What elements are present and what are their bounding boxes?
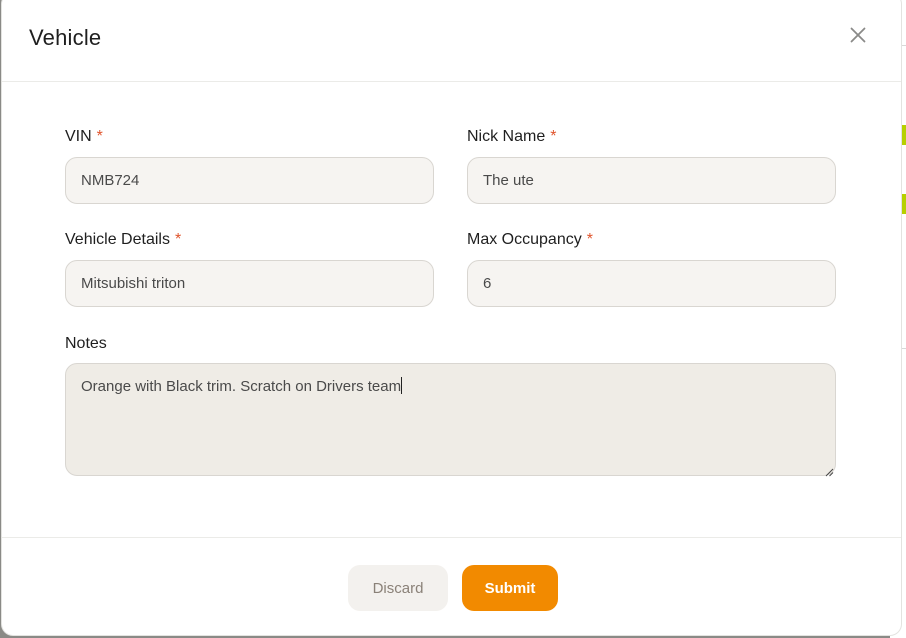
nick-name-input[interactable]: [467, 157, 836, 204]
vehicle-dialog: Vehicle VIN* Nick Name* Vehicle Details*…: [1, 0, 902, 636]
footer-divider: [2, 537, 901, 538]
nick-name-label-text: Nick Name: [467, 128, 546, 145]
required-marker: *: [174, 231, 182, 248]
vehicle-details-label: Vehicle Details *: [65, 231, 181, 249]
max-occupancy-input[interactable]: [467, 260, 836, 307]
submit-button[interactable]: Submit: [462, 565, 558, 611]
vin-label-text: VIN: [65, 128, 92, 145]
vin-label: VIN *: [65, 128, 103, 146]
vin-input[interactable]: [65, 157, 434, 204]
required-marker: *: [586, 231, 593, 248]
text-caret: [401, 377, 403, 394]
required-marker: *: [96, 128, 103, 145]
resize-handle-icon[interactable]: [824, 464, 834, 477]
max-occupancy-label: Max Occupancy *: [467, 231, 593, 249]
dialog-header: Vehicle: [2, 1, 901, 82]
nick-name-label: Nick Name *: [467, 128, 556, 146]
discard-button[interactable]: Discard: [348, 565, 448, 611]
dialog-title: Vehicle: [29, 25, 102, 50]
notes-text: Orange with Black trim. Scratch on Drive…: [81, 378, 402, 395]
max-occupancy-label-text: Max Occupancy: [467, 231, 582, 248]
vehicle-details-input[interactable]: [65, 260, 434, 307]
vehicle-details-label-text: Vehicle Details: [65, 231, 170, 248]
close-icon[interactable]: [847, 24, 869, 46]
notes-label: Notes: [65, 335, 107, 352]
required-marker: *: [550, 128, 557, 145]
notes-textarea[interactable]: Orange with Black trim. Scratch on Drive…: [65, 363, 836, 476]
